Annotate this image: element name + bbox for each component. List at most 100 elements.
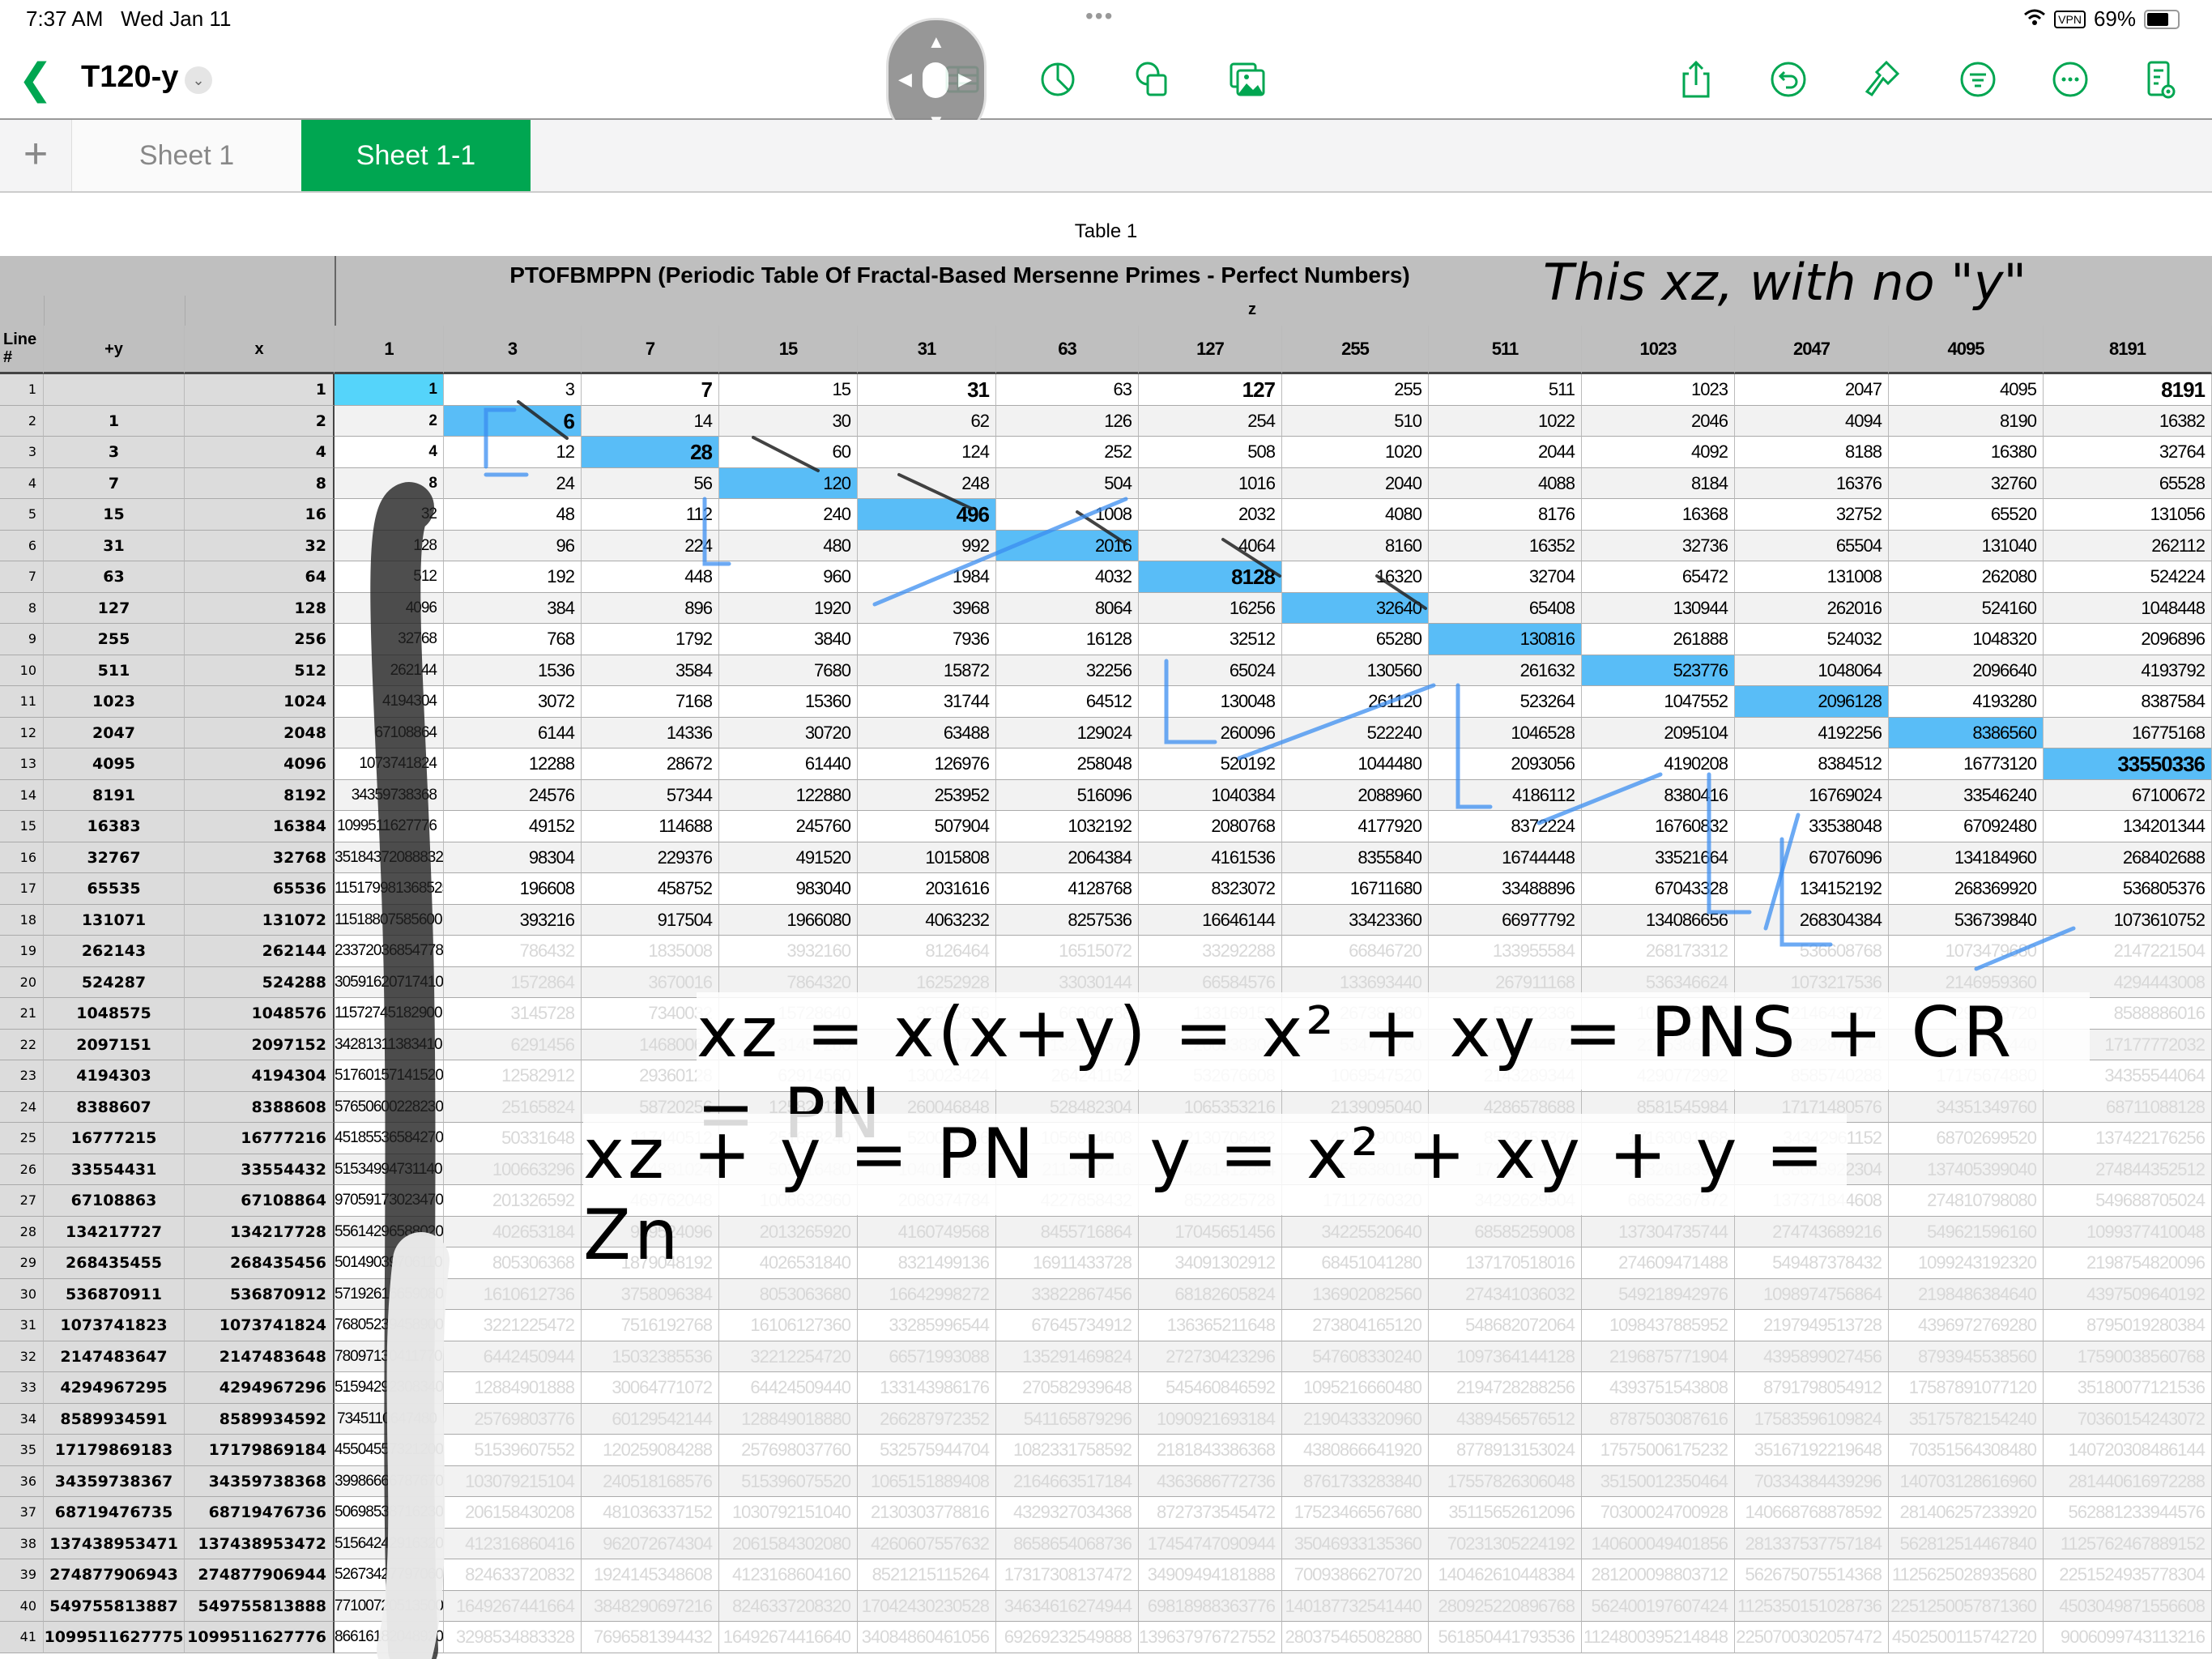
- x-cell[interactable]: 4: [185, 437, 335, 468]
- data-cell[interactable]: 51539607552: [444, 1435, 582, 1466]
- line-number-cell[interactable]: 9: [0, 624, 44, 655]
- data-cell[interactable]: 1095216660480: [1282, 1372, 1429, 1404]
- data-cell[interactable]: 983040: [719, 873, 858, 905]
- data-cell[interactable]: 2143289344: [1429, 1060, 1582, 1092]
- data-cell[interactable]: 1082331758592: [996, 1435, 1139, 1466]
- data-cell[interactable]: 6: [444, 405, 582, 437]
- data-cell[interactable]: 2130706432: [1139, 1123, 1282, 1154]
- data-cell[interactable]: 240518168576: [582, 1465, 719, 1497]
- data-cell[interactable]: 3584: [582, 655, 719, 686]
- plus-y-cell[interactable]: 32767: [44, 842, 185, 873]
- data-cell[interactable]: 1040187392: [858, 1154, 996, 1185]
- plus-y-cell[interactable]: 131071: [44, 904, 185, 936]
- data-cell[interactable]: 2064384: [996, 842, 1139, 873]
- chart-icon[interactable]: [1035, 57, 1080, 102]
- data-cell[interactable]: 196608: [444, 873, 582, 905]
- data-cell[interactable]: 4397509640192: [2044, 1278, 2212, 1310]
- data-cell[interactable]: 1536: [444, 655, 582, 686]
- data-cell[interactable]: 2337203685477800: [335, 936, 444, 967]
- line-number-cell[interactable]: 29: [0, 1247, 44, 1279]
- data-cell[interactable]: 549688705024: [2044, 1185, 2212, 1217]
- column-header-z[interactable]: 4095: [1889, 326, 2044, 374]
- data-cell[interactable]: 1924145348608: [582, 1559, 719, 1591]
- column-header-z[interactable]: 15: [719, 326, 858, 374]
- data-cell[interactable]: 268369920: [1889, 873, 2044, 905]
- data-cell[interactable]: 29360128: [582, 1060, 719, 1092]
- data-cell[interactable]: 1069547520: [1282, 1060, 1429, 1092]
- data-cell[interactable]: 960: [719, 561, 858, 593]
- column-header-z[interactable]: 2047: [1735, 326, 1889, 374]
- x-cell[interactable]: 4096: [185, 748, 335, 780]
- line-number-cell[interactable]: 26: [0, 1154, 44, 1185]
- data-cell[interactable]: 267911168: [1429, 966, 1582, 998]
- data-cell[interactable]: 68451041280: [1282, 1247, 1429, 1279]
- plus-y-cell[interactable]: 67108863: [44, 1185, 185, 1217]
- data-cell[interactable]: 3758096384: [582, 1278, 719, 1310]
- data-cell[interactable]: 98304: [444, 842, 582, 873]
- data-cell[interactable]: 8658654068736: [996, 1528, 1139, 1559]
- data-cell[interactable]: 30: [719, 405, 858, 437]
- data-cell[interactable]: 69818988363776: [1139, 1590, 1282, 1622]
- data-cell[interactable]: 16252928: [858, 966, 996, 998]
- data-cell[interactable]: 131040: [1889, 530, 2044, 561]
- data-cell[interactable]: 34326183936: [1582, 1154, 1735, 1185]
- plus-y-cell[interactable]: 16383: [44, 811, 185, 842]
- data-cell[interactable]: 7680: [719, 655, 858, 686]
- data-cell[interactable]: 266287972352: [858, 1403, 996, 1435]
- data-cell[interactable]: 2031616: [858, 873, 996, 905]
- data-cell[interactable]: 255: [1282, 374, 1429, 406]
- data-cell[interactable]: 384: [444, 592, 582, 624]
- data-cell[interactable]: 137422176256: [2044, 1123, 2212, 1154]
- data-cell[interactable]: 134086656: [1582, 904, 1735, 936]
- tab-sheet-1[interactable]: Sheet 1: [72, 120, 301, 191]
- data-cell[interactable]: 1151799813685250: [335, 873, 444, 905]
- data-cell[interactable]: 8585740288: [1735, 1060, 1889, 1092]
- data-cell[interactable]: 1792: [582, 624, 719, 655]
- line-number-cell[interactable]: 17: [0, 873, 44, 905]
- data-cell[interactable]: 2047: [1735, 374, 1889, 406]
- share-icon[interactable]: [1673, 57, 1719, 102]
- data-cell[interactable]: 16128: [996, 624, 1139, 655]
- data-cell[interactable]: 201326592: [444, 1185, 582, 1217]
- data-cell[interactable]: 16744448: [1429, 842, 1582, 873]
- data-cell[interactable]: 503316480: [719, 1154, 858, 1185]
- x-cell[interactable]: 2: [185, 405, 335, 437]
- data-cell[interactable]: 65520: [1889, 499, 2044, 531]
- line-number-cell[interactable]: 30: [0, 1278, 44, 1310]
- data-cell[interactable]: 8791798054912: [1735, 1372, 1889, 1404]
- plus-y-cell[interactable]: 511: [44, 655, 185, 686]
- data-cell[interactable]: 77100720513500: [335, 1590, 444, 1622]
- paintbrush-icon[interactable]: [1860, 57, 1905, 102]
- data-cell[interactable]: 1072693248: [1582, 998, 1735, 1030]
- data-cell[interactable]: 67108864: [335, 717, 444, 748]
- plus-y-cell[interactable]: 536870911: [44, 1278, 185, 1310]
- data-cell[interactable]: 17587891077120: [1889, 1372, 2044, 1404]
- data-cell[interactable]: 1572864: [444, 966, 582, 998]
- column-header-z[interactable]: 8191: [2044, 326, 2212, 374]
- data-cell[interactable]: 917504: [582, 904, 719, 936]
- data-cell[interactable]: 4186112: [1429, 779, 1582, 811]
- data-cell[interactable]: 25769803776: [444, 1403, 582, 1435]
- data-cell[interactable]: 65472: [1582, 561, 1735, 593]
- data-cell[interactable]: 448: [582, 561, 719, 593]
- data-cell[interactable]: 30720: [719, 717, 858, 748]
- data-cell[interactable]: 536608768: [1735, 936, 1889, 967]
- data-cell[interactable]: 8184: [1582, 467, 1735, 499]
- data-cell[interactable]: 140462610448384: [1429, 1559, 1582, 1591]
- x-cell[interactable]: 131072: [185, 904, 335, 936]
- data-cell[interactable]: 2096640: [1889, 655, 2044, 686]
- data-cell[interactable]: 51534994731140: [335, 1154, 444, 1185]
- data-cell[interactable]: 4502500115742720: [1889, 1622, 2044, 1653]
- data-cell[interactable]: 32212254720: [719, 1341, 858, 1372]
- data-cell[interactable]: 122880: [719, 779, 858, 811]
- data-cell[interactable]: 549621596160: [1889, 1216, 2044, 1247]
- data-cell[interactable]: 7936: [858, 624, 996, 655]
- x-cell[interactable]: 1099511627776: [185, 1622, 335, 1653]
- data-cell[interactable]: 32764: [2044, 437, 2212, 468]
- data-cell[interactable]: 522240: [1282, 717, 1429, 748]
- data-cell[interactable]: 2197949513728: [1735, 1310, 1889, 1341]
- data-cell[interactable]: 261120: [1282, 686, 1429, 718]
- data-cell[interactable]: 34292629504: [1429, 1185, 1582, 1217]
- data-cell[interactable]: 2: [335, 405, 444, 437]
- x-cell[interactable]: 16384: [185, 811, 335, 842]
